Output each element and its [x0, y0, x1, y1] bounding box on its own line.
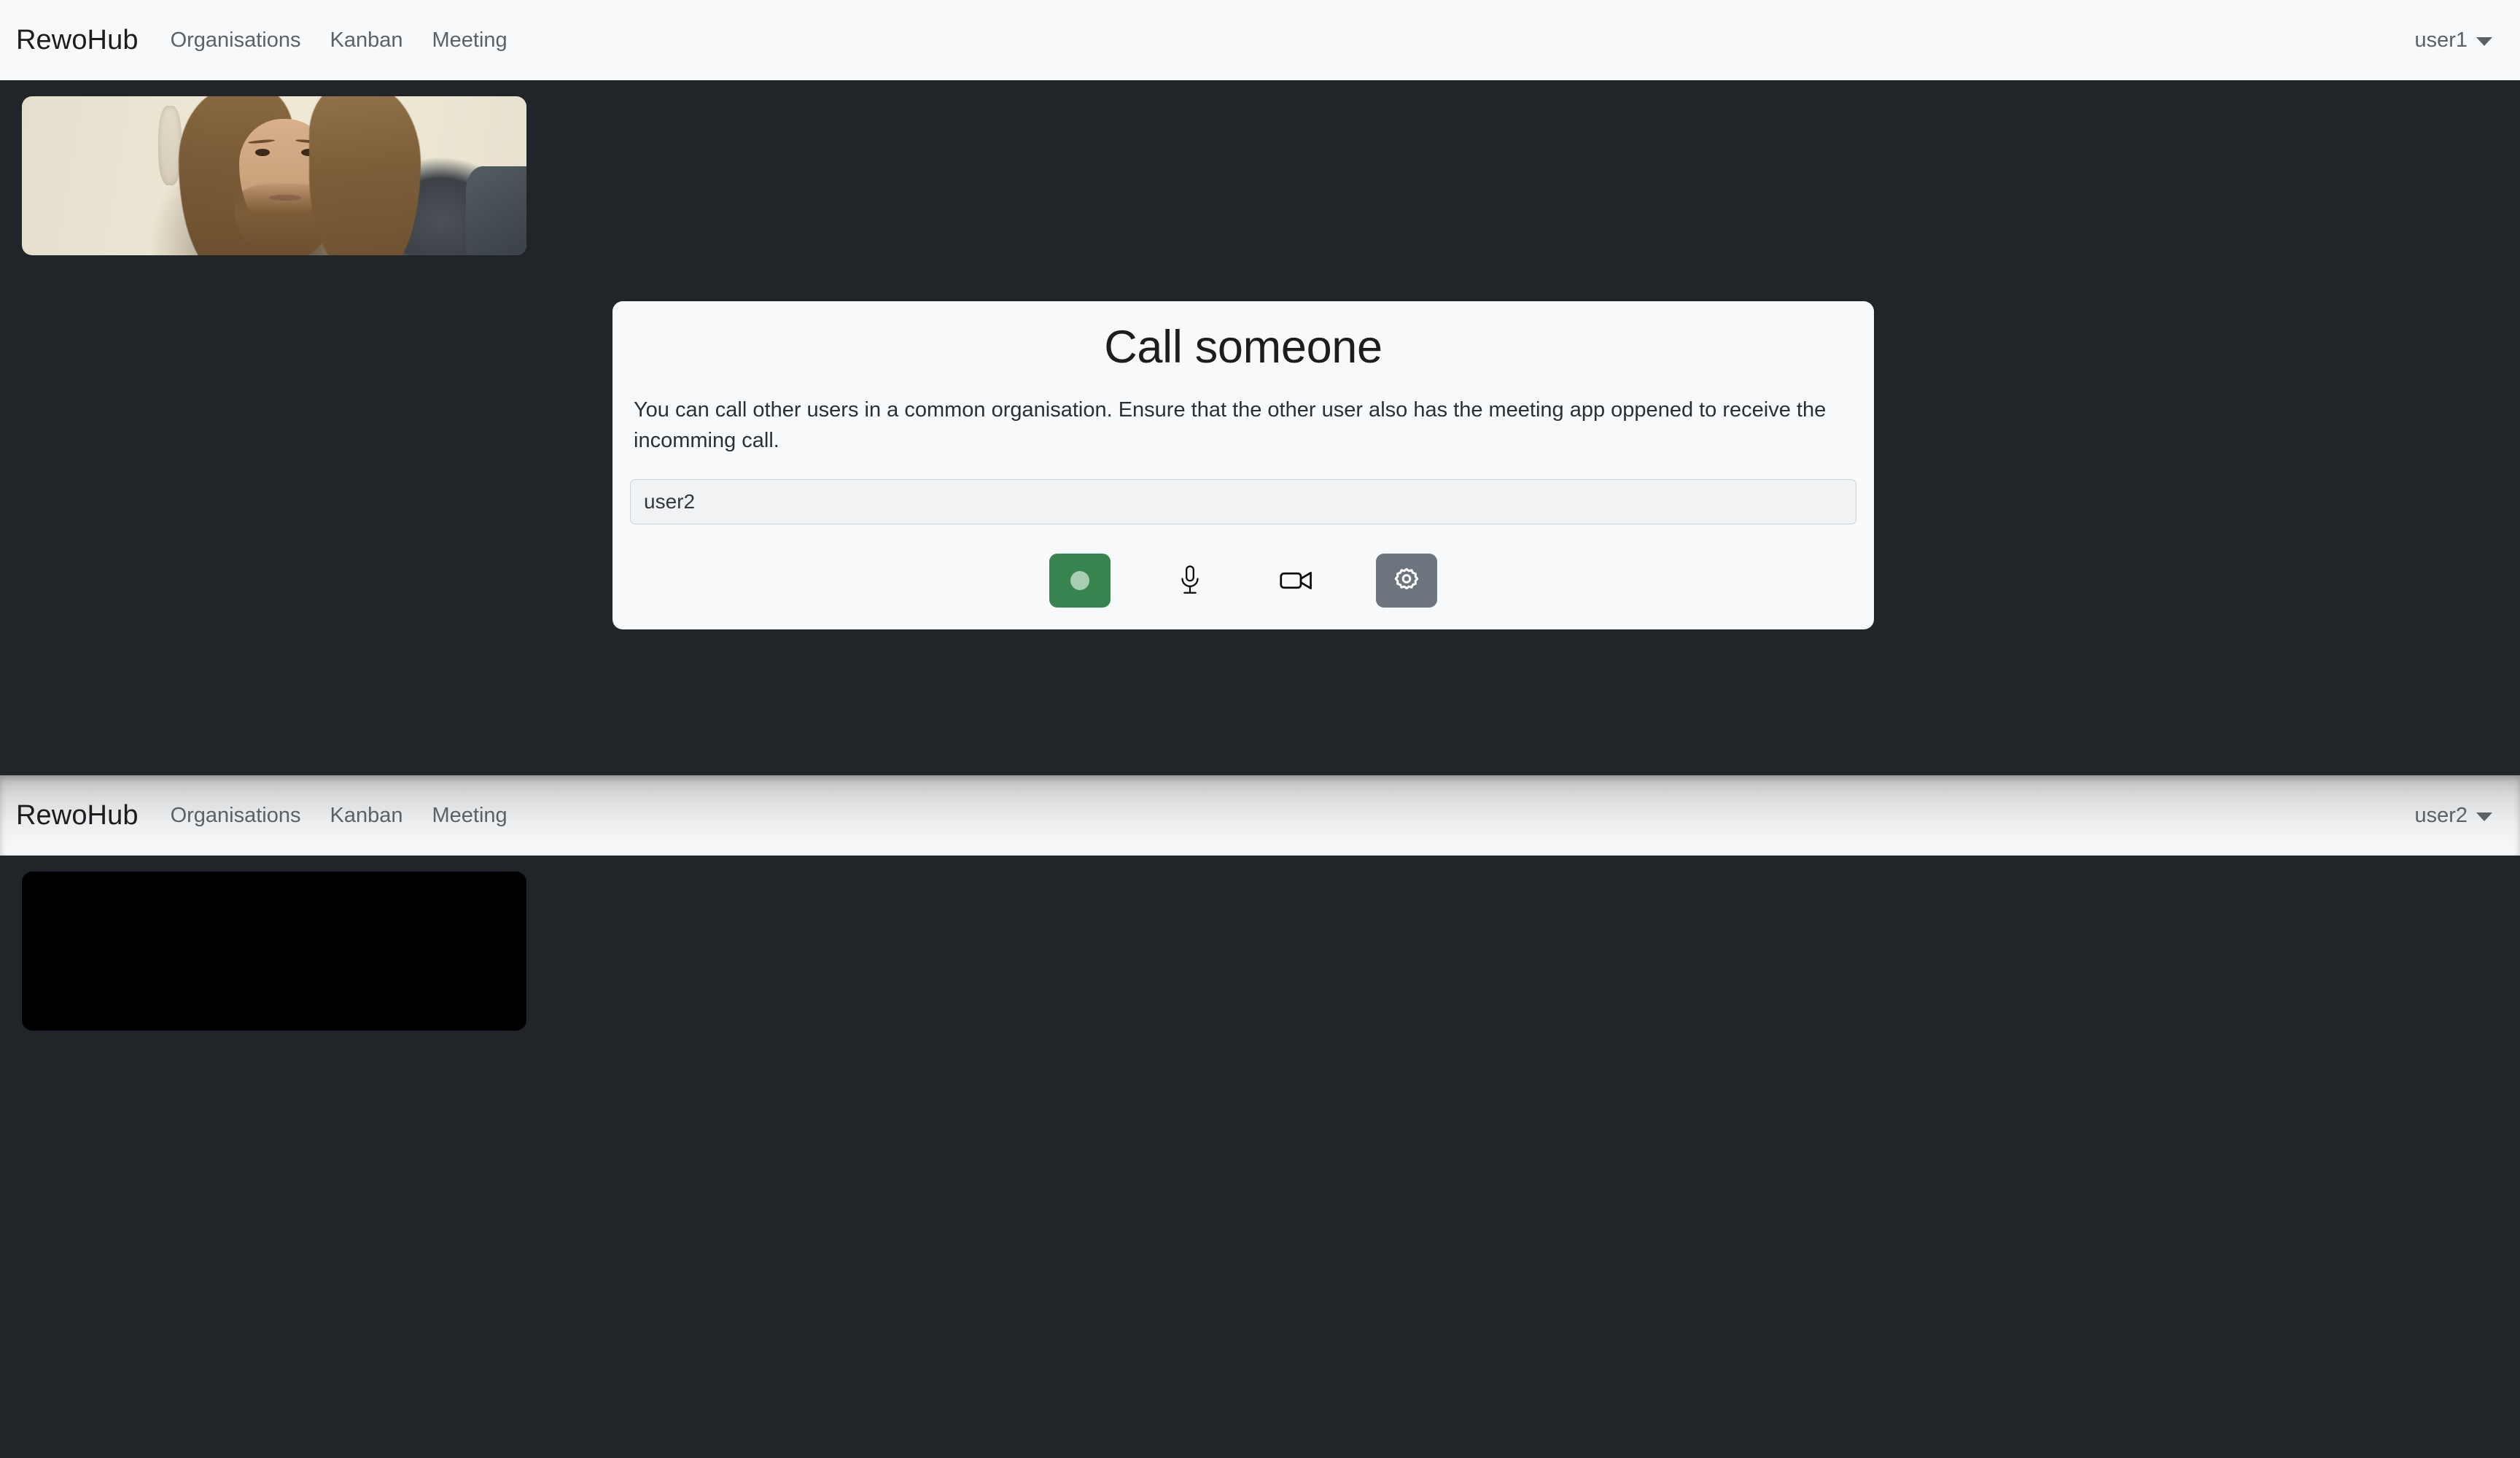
call-card-title: Call someone	[1104, 322, 1382, 373]
call-controls	[630, 554, 1856, 608]
browser-window-user2: RewoHub Organisations Kanban Meeting use…	[0, 775, 2520, 1458]
call-someone-card: Call someone You can call other users in…	[612, 301, 1874, 630]
meeting-stage-user1: Call someone You can call other users in…	[0, 80, 2520, 775]
chevron-down-icon	[2476, 37, 2492, 46]
user-menu-user1[interactable]: user1	[2414, 28, 2492, 53]
pillow	[465, 166, 526, 255]
microphone-icon	[1178, 565, 1202, 597]
nav-link-organisations[interactable]: Organisations	[171, 804, 301, 828]
nav-link-organisations[interactable]: Organisations	[171, 28, 301, 53]
camera-toggle-button[interactable]	[1269, 554, 1323, 608]
navbar-user2: RewoHub Organisations Kanban Meeting use…	[0, 775, 2520, 856]
navbar-brand[interactable]: RewoHub	[16, 800, 139, 831]
user-menu-user2[interactable]: user2	[2414, 804, 2492, 828]
microphone-toggle-button[interactable]	[1163, 554, 1217, 608]
chevron-down-icon	[2476, 813, 2492, 821]
webcam-frame	[22, 96, 526, 255]
user-menu-label: user2	[2414, 803, 2468, 827]
callee-username-input[interactable]	[630, 479, 1856, 525]
start-call-button[interactable]	[1049, 554, 1111, 608]
local-video-preview-user1	[22, 96, 526, 255]
browser-window-user1: RewoHub Organisations Kanban Meeting use…	[0, 0, 2520, 775]
call-card-description: You can call other users in a common org…	[634, 398, 1827, 453]
navbar-links: Organisations Kanban Meeting	[171, 804, 508, 828]
eye-left	[254, 148, 271, 156]
user-menu-label: user1	[2414, 28, 2468, 52]
nav-link-meeting[interactable]: Meeting	[432, 28, 508, 53]
meeting-stage-user2: user1 is calling	[0, 856, 2520, 1458]
navbar-links: Organisations Kanban Meeting	[171, 28, 508, 53]
nav-link-kanban[interactable]: Kanban	[330, 28, 403, 53]
video-camera-icon	[1280, 569, 1313, 592]
phone-call-icon	[1070, 571, 1089, 591]
navbar-user1: RewoHub Organisations Kanban Meeting use…	[0, 0, 2520, 80]
gear-icon	[1392, 566, 1421, 595]
nav-link-kanban[interactable]: Kanban	[330, 804, 403, 828]
nav-link-meeting[interactable]: Meeting	[432, 804, 508, 828]
settings-button[interactable]	[1376, 554, 1437, 608]
local-video-preview-user2	[22, 872, 526, 1031]
hair-right	[309, 96, 421, 255]
wall-lamp	[158, 106, 182, 186]
navbar-brand[interactable]: RewoHub	[16, 25, 139, 56]
